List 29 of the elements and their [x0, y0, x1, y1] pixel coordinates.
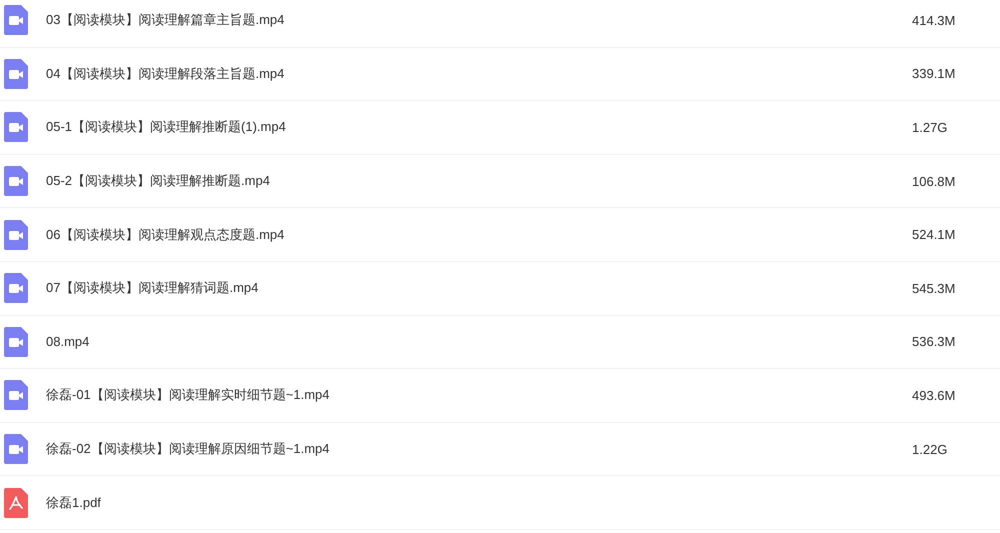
file-name[interactable]: 03【阅读模块】阅读理解篇章主旨题.mp4 — [46, 11, 912, 30]
file-name[interactable]: 06【阅读模块】阅读理解观点态度题.mp4 — [46, 226, 912, 244]
file-name[interactable]: 04【阅读模块】阅读理解段落主旨题.mp4 — [46, 64, 912, 83]
file-size: 1.27G — [912, 120, 948, 135]
file-size: 493.6M — [912, 388, 956, 403]
file-name[interactable]: 08.mp4 — [46, 334, 912, 350]
video-file-icon — [4, 273, 28, 304]
file-name[interactable]: 05-1【阅读模块】阅读理解推断题(1).mp4 — [46, 118, 912, 136]
video-file-icon — [4, 326, 28, 357]
file-size: 414.3M — [912, 12, 956, 28]
file-name[interactable]: 徐磊-01【阅读模块】阅读理解实时细节题~1.mp4 — [46, 386, 912, 404]
file-size: 524.1M — [912, 227, 956, 242]
video-file-icon — [4, 434, 28, 464]
file-size: 339.1M — [912, 66, 956, 82]
file-name[interactable]: 07【阅读模块】阅读理解猜词题.mp4 — [46, 279, 912, 298]
pdf-file-icon — [4, 488, 28, 518]
video-file-icon — [4, 5, 28, 36]
video-file-icon — [4, 166, 28, 196]
video-file-icon — [4, 58, 28, 89]
file-size: 106.8M — [912, 174, 956, 189]
file-size: 1.22G — [912, 442, 948, 457]
video-file-icon — [4, 220, 28, 250]
file-name[interactable]: 05-2【阅读模块】阅读理解推断题.mp4 — [46, 172, 912, 190]
file-size: 536.3M — [912, 334, 956, 350]
file-name[interactable]: 徐磊1.pdf — [46, 494, 912, 512]
file-size: 545.3M — [912, 280, 956, 296]
video-file-icon — [4, 380, 28, 410]
video-file-icon — [4, 112, 28, 142]
file-name[interactable]: 徐磊-02【阅读模块】阅读理解原因细节题~1.mp4 — [46, 440, 912, 458]
